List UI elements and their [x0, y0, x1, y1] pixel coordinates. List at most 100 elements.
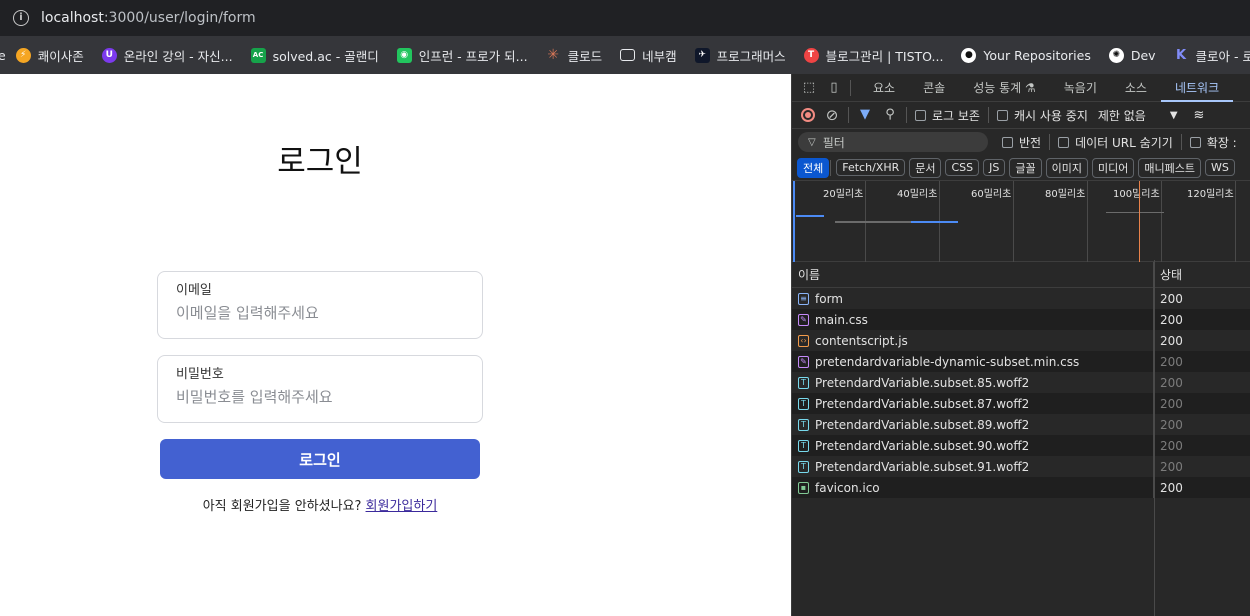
checkbox-box[interactable] — [915, 109, 926, 121]
type-ws[interactable]: WS — [1204, 159, 1235, 176]
request-row[interactable]: T PretendardVariable.subset.87.woff2 200 — [792, 393, 1250, 414]
signup-prompt: 아직 회원가입을 안하셨나요? — [202, 499, 362, 514]
bookmark-item[interactable]: ✳ 클로드 — [546, 46, 603, 65]
type-doc[interactable]: 문서 — [909, 157, 942, 178]
request-row[interactable]: ≡ form 200 — [792, 288, 1250, 309]
bookmark-item[interactable]: 네부캠 — [620, 46, 677, 65]
column-status-header[interactable]: 상태 — [1154, 266, 1182, 283]
login-button[interactable]: 로그인 — [160, 439, 480, 479]
invert-checkbox[interactable]: 반전 — [1002, 134, 1041, 151]
network-overview-timeline[interactable]: 20밀리초 40밀리초 60밀리초 80밀리초 100밀리초 120밀리초 — [792, 181, 1250, 262]
type-img[interactable]: 이미지 — [1045, 157, 1088, 178]
bookmark-item[interactable]: ⚡ 쾌이사존 — [15, 46, 84, 65]
bookmark-label: solved.ac - 골랜디 — [272, 48, 379, 64]
image-file-icon: ▪ — [798, 481, 809, 494]
tab-recorder[interactable]: 녹음기 — [1050, 74, 1111, 102]
resource-type-filter: 전체 Fetch/XHR 문서 CSS JS 글꼴 이미지 미디어 매니페스트 … — [792, 155, 1250, 181]
bookmark-label: 클로드 — [567, 48, 603, 64]
filter-input[interactable]: ▽ 필터 — [798, 132, 988, 152]
checkbox-box[interactable] — [1002, 136, 1013, 148]
signup-link[interactable]: 회원가입하기 — [366, 499, 438, 514]
request-name-cell[interactable]: ‹› contentscript.js — [792, 330, 1154, 351]
url-text[interactable]: localhost:3000/user/login/form — [41, 10, 256, 26]
column-divider[interactable] — [1154, 260, 1155, 616]
bookmark-item[interactable]: ✈ 프로그래머스 — [694, 46, 786, 65]
password-input[interactable] — [176, 388, 466, 406]
request-row[interactable]: ✎ pretendardvariable-dynamic-subset.min.c… — [792, 351, 1250, 372]
type-font[interactable]: 글꼴 — [1009, 157, 1042, 178]
tab-performance-insights[interactable]: 성능 통계 ⚗ — [959, 74, 1050, 102]
request-name-cell[interactable]: T PretendardVariable.subset.89.woff2 — [792, 414, 1154, 435]
github-icon: ● — [961, 47, 977, 63]
devtools-panel: ⬚ ▯ 요소 콘솔 성능 통계 ⚗ 녹음기 소스 네트워크 ⊘ ▼ ⚲ 로그 보… — [791, 74, 1250, 616]
request-name-cell[interactable]: ▪ favicon.ico — [792, 477, 1154, 498]
column-name-header[interactable]: 이름 — [792, 261, 1154, 288]
bookmark-item[interactable]: AC solved.ac - 골랜디 — [250, 46, 379, 65]
u-badge-icon: U — [101, 47, 117, 63]
network-conditions-icon[interactable]: ≋ — [1194, 108, 1205, 123]
filter-funnel-icon[interactable]: ▼ — [857, 107, 873, 123]
tab-sources[interactable]: 소스 — [1111, 74, 1161, 102]
type-css[interactable]: CSS — [945, 159, 980, 176]
device-toolbar-icon[interactable]: ▯ — [826, 80, 842, 96]
email-input[interactable] — [176, 304, 466, 322]
bookmark-item[interactable]: ● Your Repositories — [961, 47, 1091, 63]
timeline-load-marker — [1139, 181, 1140, 262]
tab-console[interactable]: 콘솔 — [909, 74, 959, 102]
request-name-cell[interactable]: T PretendardVariable.subset.91.woff2 — [792, 456, 1154, 477]
type-manifest[interactable]: 매니페스트 — [1138, 157, 1201, 178]
bookmark-overflow[interactable]: e — [0, 48, 6, 63]
chevron-down-icon[interactable]: ▼ — [1170, 110, 1178, 121]
inspect-element-icon[interactable]: ⬚ — [801, 80, 817, 96]
throttle-value: 제한 없음 — [1097, 108, 1146, 123]
site-info-icon[interactable]: i — [13, 10, 29, 26]
request-name-cell[interactable]: ≡ form — [792, 288, 1154, 309]
timeline-bar — [796, 215, 824, 217]
search-icon[interactable]: ⚲ — [882, 107, 898, 123]
tab-network[interactable]: 네트워크 — [1160, 74, 1234, 102]
folder-icon — [620, 49, 636, 61]
request-row[interactable]: ✎ main.css 200 — [792, 309, 1250, 330]
request-row[interactable]: T PretendardVariable.subset.90.woff2 200 — [792, 435, 1250, 456]
request-row[interactable]: ▪ favicon.ico 200 — [792, 477, 1250, 498]
address-bar[interactable]: i localhost:3000/user/login/form — [0, 0, 1250, 36]
bookmark-item[interactable]: T 블로그관리 | TISTO... — [803, 46, 943, 65]
request-name-cell[interactable]: ✎ pretendardvariable-dynamic-subset.min.c… — [792, 351, 1154, 372]
record-icon[interactable] — [801, 108, 815, 122]
stylesheet-file-icon: ✎ — [798, 355, 809, 368]
request-name-cell[interactable]: T PretendardVariable.subset.90.woff2 — [792, 435, 1154, 456]
request-row[interactable]: ‹› contentscript.js 200 — [792, 330, 1250, 351]
bookmark-item[interactable]: ✺ Dev — [1108, 47, 1156, 63]
bookmark-item[interactable]: ◉ 인프런 - 프로가 되... — [396, 46, 528, 65]
request-name-cell[interactable]: ✎ main.css — [792, 309, 1154, 330]
type-fetch-xhr[interactable]: Fetch/XHR — [836, 159, 906, 176]
clear-icon[interactable]: ⊘ — [824, 107, 840, 123]
throttle-select[interactable]: 제한 없음 — [1098, 107, 1146, 124]
checkbox-box[interactable] — [996, 109, 1008, 121]
preserve-log-checkbox[interactable]: 로그 보존 — [915, 107, 980, 124]
checkbox-box[interactable] — [1058, 136, 1070, 148]
divider — [987, 107, 989, 123]
zap-icon: ⚡ — [15, 47, 31, 63]
type-all[interactable]: 전체 — [797, 157, 830, 178]
password-field[interactable]: 비밀번호 — [157, 355, 483, 423]
bookmark-label: Your Repositories — [983, 47, 1091, 63]
request-row[interactable]: T PretendardVariable.subset.85.woff2 200 — [792, 372, 1250, 393]
bookmark-item[interactable]: U 온라인 강의 - 자신... — [101, 46, 233, 65]
type-media[interactable]: 미디어 — [1092, 157, 1135, 178]
extensions-checkbox[interactable]: 확장 : — [1189, 134, 1237, 151]
request-status-cell: 200 — [1160, 312, 1183, 327]
request-name-cell[interactable]: T PretendardVariable.subset.85.woff2 — [792, 372, 1154, 393]
disable-cache-checkbox[interactable]: 캐시 사용 중지 — [996, 107, 1088, 124]
request-status-cell: 200 — [1160, 291, 1183, 306]
type-js[interactable]: JS — [983, 159, 1006, 176]
request-row[interactable]: T PretendardVariable.subset.91.woff2 200 — [792, 456, 1250, 477]
bookmark-item[interactable]: K 클로아 - 로스 — [1174, 46, 1250, 65]
request-name: PretendardVariable.subset.85.woff2 — [815, 375, 1030, 390]
checkbox-box[interactable] — [1189, 136, 1201, 148]
email-field[interactable]: 이메일 — [157, 271, 483, 339]
request-name-cell[interactable]: T PretendardVariable.subset.87.woff2 — [792, 393, 1154, 414]
hide-data-urls-checkbox[interactable]: 데이터 URL 숨기기 — [1058, 134, 1173, 151]
request-row[interactable]: T PretendardVariable.subset.89.woff2 200 — [792, 414, 1250, 435]
tab-elements[interactable]: 요소 — [859, 74, 909, 102]
